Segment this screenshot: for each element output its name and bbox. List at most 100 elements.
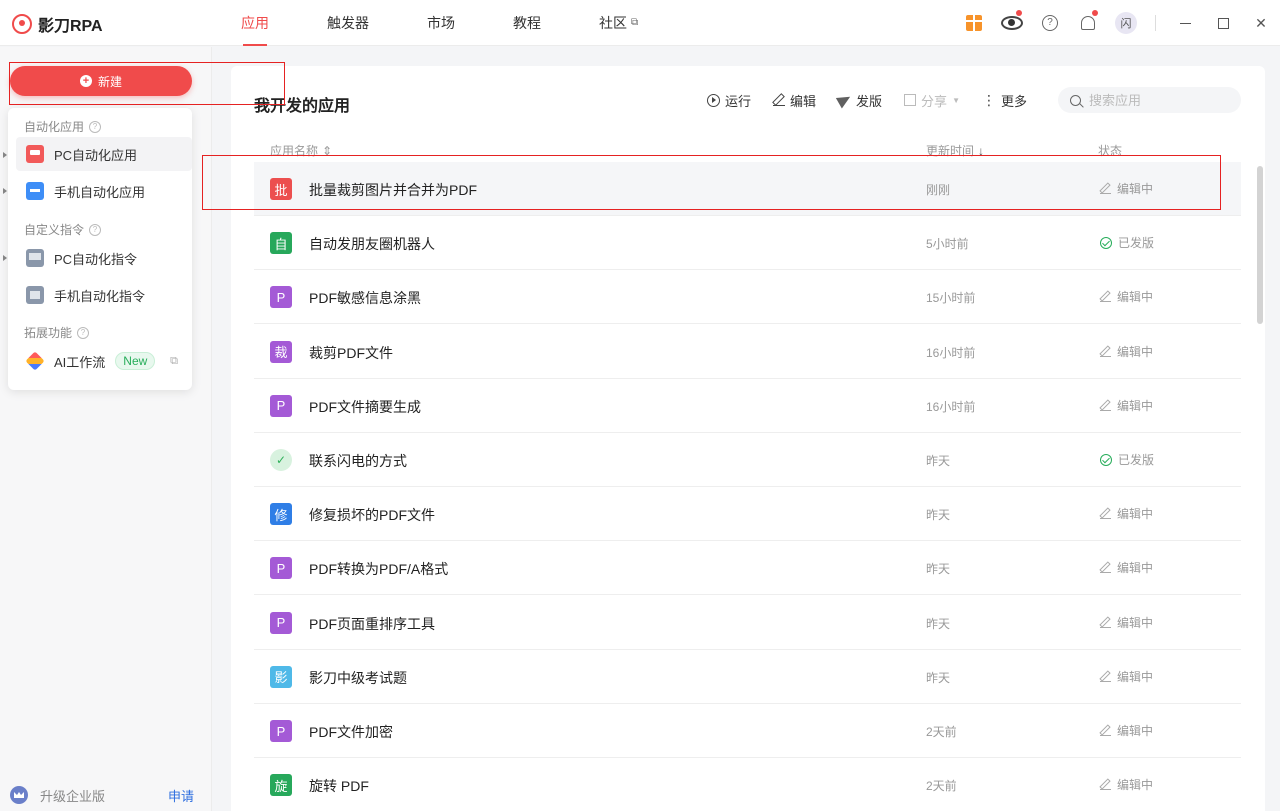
table-row[interactable]: P PDF文件加密 2天前 编辑中 [254, 704, 1241, 758]
status-badge: 编辑中 [1100, 614, 1153, 631]
main-nav: 应用 触发器 市场 教程 社区 ⧉ [212, 0, 667, 46]
notifications-button[interactable] [1069, 0, 1107, 46]
status-label: 已发版 [1118, 236, 1155, 251]
app-name[interactable]: PDF敏感信息涂黑 [309, 288, 421, 308]
menu-item-mobile-command[interactable]: 手机自动化指令 [16, 278, 192, 312]
column-header-name[interactable]: 应用名称 ⇕ [270, 142, 332, 159]
run-button[interactable]: 运行 [707, 90, 751, 110]
gift-button[interactable] [955, 0, 993, 46]
app-name[interactable]: PDF转换为PDF/A格式 [309, 559, 448, 579]
plus-icon: + [79, 75, 92, 87]
app-name[interactable]: 影刀中级考试题 [309, 668, 407, 688]
check-circle-icon [1100, 453, 1112, 466]
app-icon: 自 [270, 232, 292, 255]
app-name[interactable]: PDF文件摘要生成 [309, 397, 421, 417]
close-button[interactable]: ✕ [1242, 0, 1280, 46]
app-icon: P [270, 286, 292, 309]
question-icon[interactable]: ? [77, 326, 90, 339]
avatar: 闪 [1115, 12, 1137, 34]
nav-tab-market[interactable]: 市场 [398, 0, 484, 46]
table-row[interactable]: P PDF转换为PDF/A格式 昨天 编辑中 [254, 541, 1241, 596]
updated-time: 昨天 [926, 454, 951, 468]
updated-time: 2天前 [926, 725, 957, 739]
maximize-button[interactable] [1204, 0, 1242, 46]
expand-arrow-icon[interactable] [3, 188, 7, 194]
status-badge: 编辑中 [1100, 288, 1153, 305]
status-label: 编辑中 [1117, 778, 1154, 793]
table-row[interactable]: 影影刀中级考试题 昨天 编辑中 [254, 650, 1241, 704]
edit-label: 编辑 [790, 93, 817, 109]
updated-time: 昨天 [926, 670, 951, 685]
publish-button[interactable]: 发版 [835, 90, 883, 110]
menu-item-ai-workflow[interactable]: AI工作流 New ⧉ [16, 344, 192, 378]
table-row[interactable]: P PDF文件摘要生成 16小时前 编辑中 [254, 379, 1241, 433]
expand-arrow-icon[interactable] [3, 152, 7, 158]
column-label: 应用名称 [270, 144, 319, 158]
status-badge: 编辑中 [1100, 776, 1153, 793]
updated-time: 15小时前 [926, 291, 976, 306]
table-row[interactable]: P PDF页面重排序工具 昨天 编辑中 [254, 596, 1241, 650]
table-row[interactable]: 修修复损坏的PDF文件 昨天 编辑中 [254, 487, 1241, 542]
external-link-icon: ⧉ [631, 17, 639, 28]
app-name[interactable]: 修复损坏的PDF文件 [309, 505, 435, 525]
nav-tab-tutorials[interactable]: 教程 [484, 0, 570, 46]
edit-icon [1100, 346, 1111, 357]
mascot-button[interactable] [993, 0, 1031, 46]
sort-icon: ⇕ [322, 143, 333, 158]
app-name[interactable]: 批量裁剪图片并合并为PDF [309, 180, 477, 200]
question-icon[interactable]: ? [89, 120, 102, 133]
app-icon: ✓ [270, 449, 292, 471]
user-avatar-button[interactable]: 闪 [1107, 0, 1145, 46]
minimize-button[interactable] [1166, 0, 1204, 46]
status-label: 编辑中 [1117, 290, 1154, 305]
gift-icon [966, 15, 982, 31]
share-button[interactable]: 分享 ▼ [904, 90, 960, 110]
app-name[interactable]: 裁剪PDF文件 [309, 343, 393, 363]
nav-tab-apps[interactable]: 应用 [212, 0, 298, 46]
new-button-label: 新建 [97, 74, 122, 89]
table-row[interactable]: 批批量裁剪图片并合并为PDF 刚刚 编辑中 [254, 162, 1241, 216]
upgrade-enterprise: 升级企业版 申请 [10, 785, 194, 805]
more-button[interactable]: ⋮ 更多 [982, 90, 1027, 110]
section-auto-apps: 自动化应用 ? [24, 118, 102, 135]
expand-arrow-icon[interactable] [3, 255, 7, 261]
new-button[interactable]: + 新建 [10, 66, 192, 96]
status-label: 已发版 [1118, 453, 1155, 467]
menu-item-pc-command[interactable]: PC自动化指令 [16, 241, 192, 275]
check-circle-icon [1100, 236, 1112, 249]
search-input[interactable] [1089, 92, 1229, 108]
app-name[interactable]: PDF文件加密 [309, 722, 393, 742]
app-name[interactable]: 旋转 PDF [309, 776, 369, 796]
menu-item-pc-app[interactable]: PC自动化应用 [16, 137, 192, 171]
updated-time: 16小时前 [926, 345, 976, 360]
scrollbar[interactable] [1257, 166, 1263, 324]
nav-tab-triggers[interactable]: 触发器 [298, 0, 398, 46]
menu-item-mobile-app[interactable]: 手机自动化应用 [16, 174, 192, 208]
apply-link[interactable]: 申请 [168, 786, 194, 805]
column-label: 状态 [1098, 144, 1123, 158]
table-row[interactable]: ✓ 联系闪电的方式 昨天 已发版 [254, 433, 1241, 487]
mobile-command-icon [26, 286, 44, 304]
help-button[interactable]: ? [1031, 0, 1069, 46]
app-name[interactable]: 联系闪电的方式 [309, 451, 407, 471]
nav-tab-community[interactable]: 社区 ⧉ [570, 0, 667, 46]
table-row[interactable]: 裁裁剪PDF文件 16小时前 编辑中 [254, 325, 1241, 379]
menu-item-label: AI工作流 [54, 354, 106, 370]
share-icon [904, 94, 917, 106]
updated-time: 昨天 [926, 616, 951, 631]
app-name[interactable]: 自动发朋友圈机器人 [309, 234, 435, 254]
notification-dot [1016, 10, 1022, 16]
table-row[interactable]: P PDF敏感信息涂黑 15小时前 编辑中 [254, 270, 1241, 325]
top-right-actions: ? 闪 ✕ [955, 0, 1280, 46]
table-row[interactable]: 旋旋转 PDF 2天前 编辑中 [254, 758, 1241, 811]
app-logo[interactable]: 影刀RPA [12, 12, 103, 36]
section-label: 自动化应用 [24, 120, 85, 134]
question-icon[interactable]: ? [89, 223, 102, 236]
edit-button[interactable]: 编辑 [773, 90, 816, 110]
menu-item-label: PC自动化指令 [54, 251, 138, 267]
column-header-updated[interactable]: 更新时间 ↓ [926, 142, 984, 159]
table-row[interactable]: 自自动发朋友圈机器人 5小时前 已发版 [254, 216, 1241, 271]
publish-label: 发版 [856, 93, 883, 109]
maximize-icon [1217, 17, 1229, 29]
app-name[interactable]: PDF页面重排序工具 [309, 614, 435, 634]
